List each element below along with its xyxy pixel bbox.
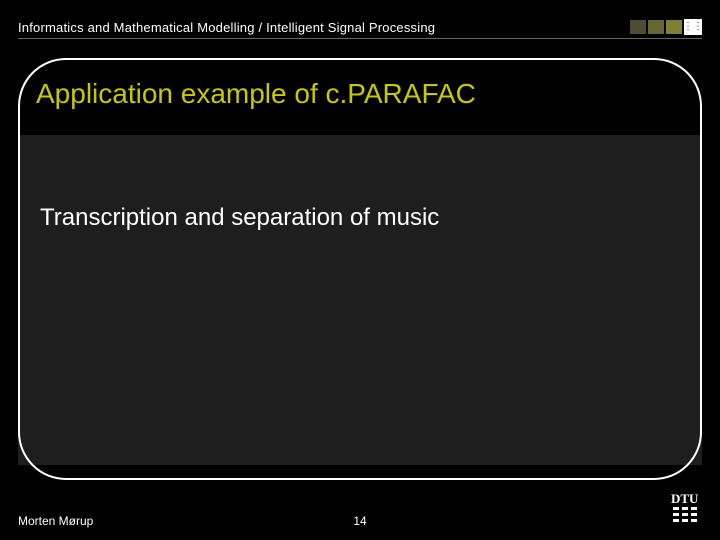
slide-title: Application example of c.PARAFAC — [36, 78, 476, 110]
decorative-square-icon — [648, 20, 664, 34]
header-bar: Informatics and Mathematical Modelling /… — [18, 16, 702, 38]
header-divider — [18, 38, 702, 39]
dtu-logo-icon: DTU — [668, 491, 702, 530]
footer: Morten Mørup 14 DTU — [18, 498, 702, 528]
decorative-square-icon: ⋮⋮ — [684, 19, 702, 35]
slide-body-text: Transcription and separation of music — [40, 204, 439, 232]
dots-icon: ⋮⋮ — [683, 22, 703, 32]
footer-author: Morten Mørup — [18, 514, 93, 528]
header-decorative-squares: ⋮⋮ — [630, 19, 702, 35]
rounded-frame — [18, 58, 702, 480]
header-org-text: Informatics and Mathematical Modelling /… — [18, 20, 435, 35]
svg-text:DTU: DTU — [671, 491, 699, 506]
decorative-square-icon — [666, 20, 682, 34]
footer-page-number: 14 — [353, 514, 366, 528]
decorative-square-icon — [630, 20, 646, 34]
